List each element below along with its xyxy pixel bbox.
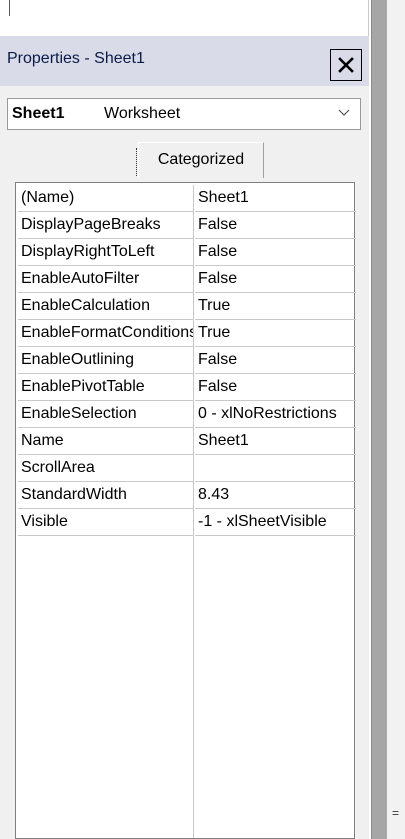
property-value[interactable]: Sheet1 [195, 428, 356, 455]
column-divider[interactable] [193, 536, 194, 838]
property-name[interactable]: Visible [18, 509, 194, 536]
property-name[interactable]: DisplayPageBreaks [18, 212, 194, 239]
property-value[interactable] [195, 455, 356, 482]
grid-empty-area [18, 536, 356, 838]
property-row[interactable]: EnableCalculation True [18, 293, 356, 320]
property-value[interactable]: -1 - xlSheetVisible [195, 509, 356, 536]
property-row[interactable]: DisplayPageBreaks False [18, 212, 356, 239]
right-edge-glyph: = [392, 806, 400, 820]
object-type: Worksheet [104, 105, 181, 122]
close-icon [338, 57, 354, 73]
property-value[interactable]: 8.43 [195, 482, 356, 509]
property-value[interactable]: Sheet1 [195, 185, 356, 212]
code-window-remnant[interactable] [0, 0, 369, 36]
right-pane [387, 0, 405, 839]
focus-indicator [136, 148, 137, 176]
property-row[interactable]: StandardWidth 8.43 [18, 482, 356, 509]
property-name[interactable]: EnablePivotTable [18, 374, 194, 401]
properties-title: Properties - Sheet1 [7, 50, 145, 67]
property-name[interactable]: EnableOutlining [18, 347, 194, 374]
close-button[interactable] [330, 49, 362, 81]
property-row[interactable]: ScrollArea [18, 455, 356, 482]
property-name[interactable]: ScrollArea [18, 455, 194, 482]
property-row[interactable]: EnableSelection 0 - xlNoRestrictions [18, 401, 356, 428]
property-row[interactable]: EnableOutlining False [18, 347, 356, 374]
property-name[interactable]: StandardWidth [18, 482, 194, 509]
properties-window: Properties - Sheet1 Sheet1 Worksheet Cat… [0, 36, 369, 839]
properties-tabs: Categorized [7, 142, 361, 178]
property-name[interactable]: DisplayRightToLeft [18, 239, 194, 266]
property-value[interactable]: True [195, 320, 356, 347]
property-name[interactable]: EnableCalculation [18, 293, 194, 320]
properties-titlebar[interactable]: Properties - Sheet1 [0, 36, 369, 86]
property-row[interactable]: EnableFormatConditionsCalculationTrue [18, 320, 356, 347]
property-row[interactable]: EnableAutoFilter False [18, 266, 356, 293]
property-name[interactable]: EnableAutoFilter [18, 266, 194, 293]
text-caret [9, 0, 10, 16]
property-value[interactable]: False [195, 239, 356, 266]
properties-list: (Name) Sheet1 DisplayPageBreaks False Displa… [18, 185, 356, 838]
property-row[interactable]: (Name) Sheet1 [18, 185, 356, 212]
tab-categorized[interactable]: Categorized [138, 142, 264, 178]
property-row[interactable]: EnablePivotTable False [18, 374, 356, 401]
tab-alphabetic[interactable] [7, 142, 137, 178]
property-row[interactable]: Visible -1 - xlSheetVisible [18, 509, 356, 536]
property-name[interactable]: EnableFormatConditionsCalculation [18, 320, 194, 347]
object-selector-dropdown[interactable]: Sheet1 Worksheet [7, 98, 361, 130]
property-row[interactable]: Name Sheet1 [18, 428, 356, 455]
property-value[interactable]: False [195, 266, 356, 293]
property-name[interactable]: Name [18, 428, 194, 455]
property-name[interactable]: (Name) [18, 185, 194, 212]
property-value[interactable]: 0 - xlNoRestrictions [195, 401, 356, 428]
property-value[interactable]: True [195, 293, 356, 320]
object-name: Sheet1 [12, 105, 65, 122]
properties-grid: (Name) Sheet1 DisplayPageBreaks False Displa… [15, 182, 356, 839]
pane-splitter[interactable] [371, 0, 388, 839]
property-value[interactable]: False [195, 374, 356, 401]
property-row[interactable]: DisplayRightToLeft False [18, 239, 356, 266]
property-name[interactable]: EnableSelection [18, 401, 194, 428]
property-value[interactable]: False [195, 347, 356, 374]
chevron-down-icon [338, 109, 350, 116]
property-value[interactable]: False [195, 212, 356, 239]
